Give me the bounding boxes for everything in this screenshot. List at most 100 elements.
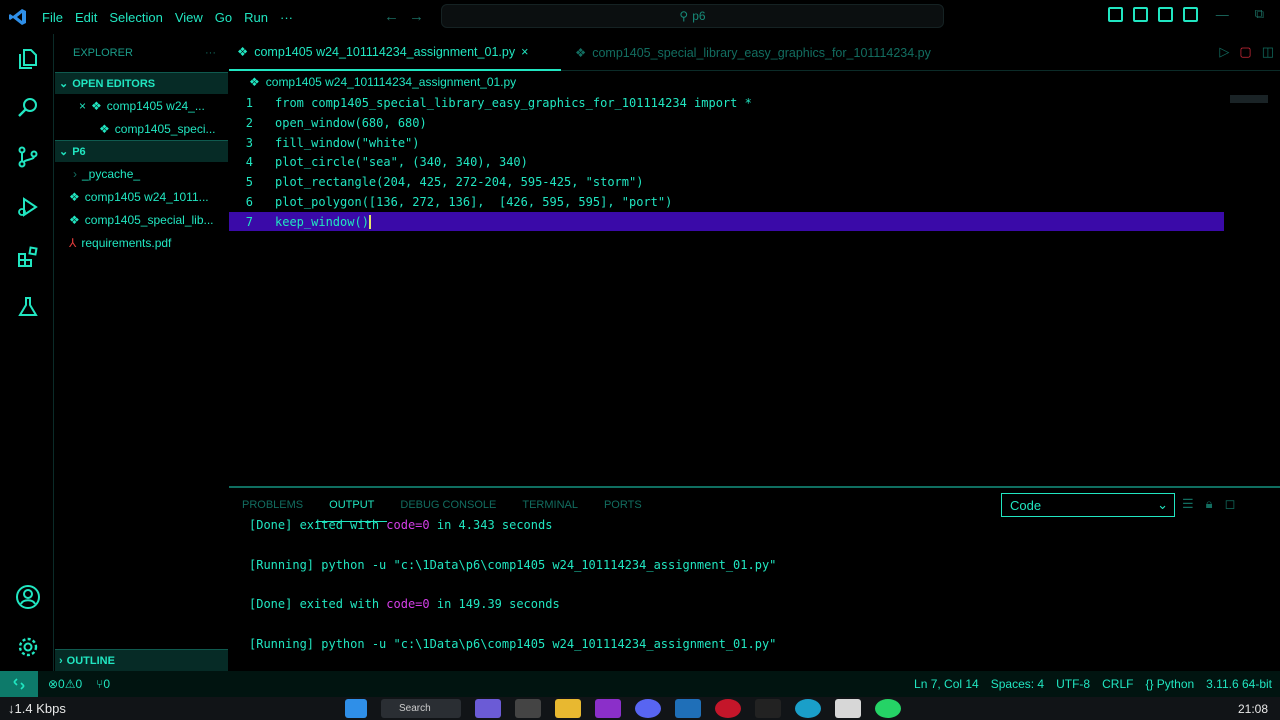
clear-output-icon[interactable]: ☰ — [1182, 496, 1194, 512]
close-icon[interactable]: × — [521, 45, 528, 59]
tab-terminal[interactable]: TERMINAL — [509, 488, 591, 522]
tab-debug-console[interactable]: DEBUG CONSOLE — [387, 488, 509, 522]
file-tree-item[interactable]: ⅄ requirements.pdf — [55, 231, 228, 254]
customize-layout-icon[interactable] — [1182, 6, 1198, 22]
toggle-panel-icon[interactable] — [1132, 6, 1148, 22]
menu-more[interactable]: ··· — [274, 10, 299, 25]
open-editors-section[interactable]: ⌄ OPEN EDITORS — [55, 72, 228, 94]
explorer-icon[interactable] — [13, 44, 43, 74]
search-icon: ⚲ — [679, 9, 689, 23]
remote-indicator-icon[interactable] — [0, 671, 38, 697]
language-mode[interactable]: {} Python — [1145, 677, 1194, 691]
open-editor-item[interactable]: ❖ comp1405_speci... — [55, 117, 228, 140]
explorer-title: EXPLORER — [73, 47, 133, 59]
file-tree-label: requirements.pdf — [81, 235, 172, 250]
outline-label: OUTLINE — [66, 654, 115, 667]
python-interpreter[interactable]: 3.11.6 64-bit — [1206, 677, 1272, 691]
code-line-current[interactable]: 7 keep_window() — [229, 212, 1224, 231]
output-line: [Done] exited with code=0 in 4.343 secon… — [249, 518, 552, 532]
output-line: [Running] python -u "c:\1Data\p6\comp140… — [249, 637, 776, 651]
code-line[interactable]: 2 open_window(680, 680) — [229, 113, 1224, 132]
opera-icon[interactable] — [715, 699, 741, 718]
back-arrow-icon[interactable]: ← — [384, 8, 409, 25]
command-center-search[interactable]: ⚲ p6 — [441, 4, 944, 28]
outline-section[interactable]: › OUTLINE — [55, 649, 228, 671]
extensions-icon[interactable] — [13, 242, 43, 272]
file-tree-item[interactable]: ❖ comp1405_special_lib... — [55, 208, 228, 231]
tab-problems[interactable]: PROBLEMS — [229, 488, 316, 522]
menu-file[interactable]: File — [36, 10, 69, 25]
explorer-more-icon[interactable]: ··· — [205, 47, 216, 59]
code-line[interactable]: 3 fill_window("white") — [229, 133, 1224, 152]
bottom-panel: PROBLEMS OUTPUT DEBUG CONSOLE TERMINAL P… — [229, 486, 1280, 671]
code-text: from comp1405_special_library_easy_graph… — [275, 95, 752, 110]
tab-output[interactable]: OUTPUT — [316, 488, 388, 522]
menu-edit[interactable]: Edit — [69, 10, 103, 25]
minimap[interactable] — [1230, 95, 1268, 103]
file-explorer-icon[interactable] — [555, 699, 581, 718]
folder-section[interactable]: ⌄ P6 — [55, 140, 228, 162]
cursor-position[interactable]: Ln 7, Col 14 — [914, 677, 979, 691]
maximize-icon[interactable]: ⧉ — [1247, 6, 1272, 22]
tab-library[interactable]: ❖ comp1405_special_library_easy_graphics… — [567, 34, 939, 71]
code-line[interactable]: 4 plot_circle("sea", (340, 340), 340) — [229, 152, 1224, 171]
settings-gear-icon[interactable] — [13, 632, 43, 662]
download-icon[interactable] — [755, 699, 781, 718]
ports-count[interactable]: ⑂0 — [96, 677, 110, 691]
stop-icon[interactable]: ▢ — [1239, 44, 1251, 60]
source-control-icon[interactable] — [13, 142, 43, 172]
lock-scroll-icon[interactable]: 🔒︎ — [1206, 496, 1213, 512]
line-endings[interactable]: CRLF — [1102, 677, 1133, 691]
code-line[interactable]: 6 plot_polygon([136, 272, 136], [426, 595… — [229, 192, 1224, 211]
accounts-icon[interactable] — [13, 582, 43, 612]
menu-selection[interactable]: Selection — [103, 10, 168, 25]
output-channel-select[interactable]: Code ⌄ — [1001, 493, 1175, 517]
close-icon[interactable]: × — [79, 99, 86, 113]
chevron-down-icon: ⌄ — [1157, 497, 1168, 512]
menu-view[interactable]: View — [169, 10, 209, 25]
chevron-right-icon: › — [59, 654, 63, 667]
tab-assignment[interactable]: ❖ comp1405 w24_101114234_assignment_01.p… — [229, 34, 561, 71]
folder-label: P6 — [72, 145, 86, 158]
code-line[interactable]: 1 from comp1405_special_library_easy_grap… — [229, 93, 1224, 112]
task-view-icon[interactable] — [515, 699, 541, 718]
toggle-secondary-sidebar-icon[interactable] — [1157, 6, 1173, 22]
problems-count[interactable]: ⊗0⚠0 — [48, 677, 82, 691]
copilot-icon[interactable] — [475, 699, 501, 718]
maximize-panel-icon[interactable]: ◻ — [1225, 496, 1236, 512]
forward-arrow-icon[interactable]: → — [409, 8, 434, 25]
run-debug-icon[interactable] — [13, 192, 43, 222]
taskbar-apps: Search — [345, 699, 901, 718]
output-text: [Running] python -u "c:\1Data\p6\comp140… — [249, 637, 777, 651]
windows-start-icon[interactable] — [345, 699, 367, 718]
code-editor[interactable]: 1 from comp1405_special_library_easy_grap… — [229, 93, 1280, 485]
run-file-icon[interactable]: ▷ — [1219, 44, 1229, 60]
whatsapp-icon[interactable] — [875, 699, 901, 718]
taskbar-search[interactable]: Search — [381, 699, 461, 718]
clock[interactable]: 21:08 — [1238, 702, 1268, 716]
encoding[interactable]: UTF-8 — [1056, 677, 1090, 691]
menu-run[interactable]: Run — [238, 10, 274, 25]
onenote-icon[interactable] — [595, 699, 621, 718]
menu-go[interactable]: Go — [209, 10, 238, 25]
vscode-taskbar-icon[interactable] — [675, 699, 701, 718]
exit-code: code=0 — [386, 597, 430, 611]
notepad-icon[interactable] — [835, 699, 861, 718]
discord-icon[interactable] — [635, 699, 661, 718]
search-icon[interactable] — [13, 92, 43, 122]
testing-icon[interactable] — [13, 292, 43, 322]
breadcrumb[interactable]: ❖ comp1405 w24_101114234_assignment_01.p… — [229, 72, 516, 92]
edge-icon[interactable] — [795, 699, 821, 718]
windows-taskbar: ↓1.4 Kbps Search 21:08 — [0, 697, 1280, 720]
toggle-sidebar-icon[interactable] — [1107, 6, 1123, 22]
minimize-icon[interactable]: — — [1208, 7, 1237, 22]
code-line[interactable]: 5 plot_rectangle(204, 425, 272-204, 595-4… — [229, 172, 1224, 191]
open-editor-item[interactable]: × ❖ comp1405 w24_... — [55, 94, 228, 117]
panel-actions: ☰ 🔒︎ ◻ — [1182, 496, 1235, 512]
split-editor-icon[interactable]: ◫ — [1262, 44, 1274, 60]
file-tree-item[interactable]: › _pycache_ — [55, 162, 228, 185]
file-tree-item[interactable]: ❖ comp1405 w24_1011... — [55, 185, 228, 208]
chevron-down-icon: ⌄ — [59, 78, 69, 90]
indentation[interactable]: Spaces: 4 — [991, 677, 1044, 691]
tab-ports[interactable]: PORTS — [591, 488, 655, 522]
